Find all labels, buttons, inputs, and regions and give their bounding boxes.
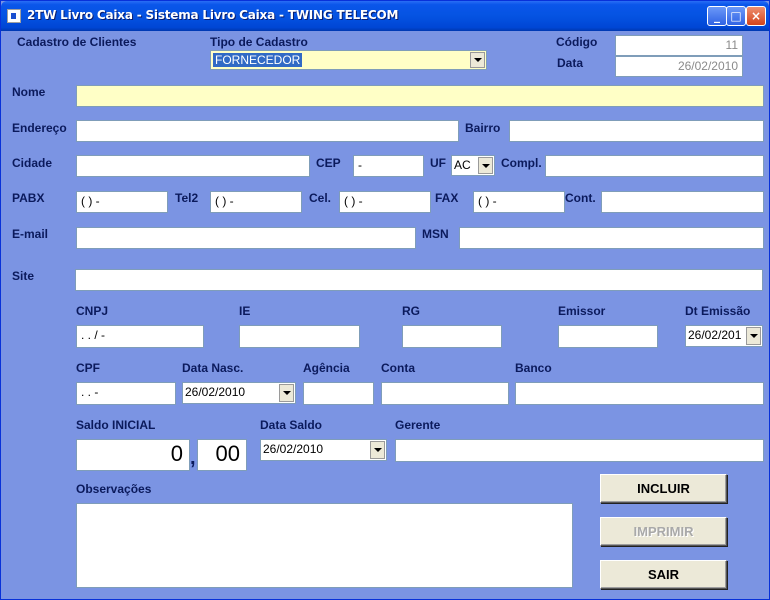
saldo-decimal-separator: , bbox=[190, 447, 196, 469]
email-input[interactable] bbox=[76, 227, 416, 249]
data-saldo-value: 26/02/2010 bbox=[263, 442, 324, 456]
banco-input[interactable] bbox=[515, 382, 764, 405]
tipo-cadastro-select[interactable]: FORNECEDOR bbox=[210, 50, 487, 70]
minimize-button[interactable]: _ bbox=[707, 6, 727, 26]
rg-label: RG bbox=[402, 304, 420, 318]
cidade-input[interactable] bbox=[76, 155, 310, 177]
rg-input[interactable] bbox=[402, 325, 502, 348]
compl-input[interactable] bbox=[545, 155, 764, 177]
data-nasc-value: 26/02/2010 bbox=[185, 385, 246, 399]
imprimir-button[interactable]: IMPRIMIR bbox=[600, 517, 727, 546]
sair-button[interactable]: SAIR bbox=[600, 560, 727, 589]
conta-input[interactable] bbox=[381, 382, 509, 405]
saldo-inicial-label: Saldo INICIAL bbox=[76, 418, 156, 432]
data-nasc-label: Data Nasc. bbox=[182, 361, 244, 375]
main-window: 2TW Livro Caixa - Sistema Livro Caixa - … bbox=[0, 0, 770, 600]
gerente-input[interactable] bbox=[395, 439, 764, 462]
data-saldo-label: Data Saldo bbox=[260, 418, 323, 432]
minimize-icon: _ bbox=[714, 9, 720, 23]
uf-value: AC bbox=[454, 158, 471, 172]
site-label: Site bbox=[12, 269, 35, 283]
endereco-label: Endereço bbox=[12, 121, 67, 135]
incluir-button[interactable]: INCLUIR bbox=[600, 474, 727, 503]
data-field[interactable]: 26/02/2010 bbox=[615, 56, 743, 77]
uf-dropdown-icon[interactable] bbox=[478, 157, 493, 174]
observacoes-textarea[interactable] bbox=[76, 503, 573, 588]
gerente-label: Gerente bbox=[395, 418, 441, 432]
ie-label: IE bbox=[239, 304, 251, 318]
emissor-label: Emissor bbox=[558, 304, 606, 318]
fax-input[interactable]: ( ) - bbox=[473, 191, 565, 213]
pabx-label: PABX bbox=[12, 191, 45, 205]
cel-input[interactable]: ( ) - bbox=[339, 191, 431, 213]
tipo-cadastro-value: FORNECEDOR bbox=[213, 53, 303, 67]
dt-emissao-dropdown-icon[interactable] bbox=[746, 327, 761, 345]
ie-input[interactable] bbox=[239, 325, 360, 348]
close-icon: × bbox=[750, 9, 762, 23]
data-saldo-dropdown-icon[interactable] bbox=[370, 441, 385, 459]
agencia-label: Agência bbox=[303, 361, 350, 375]
cont-input[interactable] bbox=[601, 191, 764, 213]
uf-select[interactable]: AC bbox=[451, 155, 495, 176]
maximize-icon: □ bbox=[730, 9, 742, 23]
saldo-decimal-input[interactable]: 00 bbox=[197, 439, 247, 471]
uf-label: UF bbox=[430, 156, 446, 170]
conta-label: Conta bbox=[381, 361, 415, 375]
cnpj-label: CNPJ bbox=[76, 304, 109, 318]
data-nasc-dropdown-icon[interactable] bbox=[279, 384, 294, 402]
maximize-button[interactable]: □ bbox=[726, 6, 746, 26]
tipo-cadastro-label: Tipo de Cadastro bbox=[210, 35, 308, 49]
close-button[interactable]: × bbox=[746, 6, 766, 26]
emissor-input[interactable] bbox=[558, 325, 658, 348]
compl-label: Compl. bbox=[501, 156, 542, 170]
observacoes-label: Observações bbox=[76, 482, 152, 496]
codigo-field[interactable]: 11 bbox=[615, 35, 743, 56]
cel-label: Cel. bbox=[309, 191, 332, 205]
tel2-input[interactable]: ( ) - bbox=[210, 191, 302, 213]
pabx-input[interactable]: ( ) - bbox=[76, 191, 168, 213]
data-label: Data bbox=[557, 56, 584, 70]
tipo-cadastro-dropdown-icon[interactable] bbox=[470, 52, 485, 68]
site-input[interactable] bbox=[75, 269, 763, 291]
nome-label: Nome bbox=[12, 85, 46, 99]
dt-emissao-value: 26/02/201 bbox=[688, 328, 742, 342]
agencia-input[interactable] bbox=[303, 382, 374, 405]
app-icon[interactable] bbox=[7, 9, 21, 23]
nome-input[interactable] bbox=[76, 85, 764, 107]
data-nasc-picker[interactable]: 26/02/2010 bbox=[182, 382, 296, 404]
email-label: E-mail bbox=[12, 227, 49, 241]
cont-label: Cont. bbox=[565, 191, 596, 205]
dt-emissao-picker[interactable]: 26/02/201 bbox=[685, 325, 763, 347]
cpf-input[interactable]: . . - bbox=[76, 382, 176, 405]
endereco-input[interactable] bbox=[76, 120, 459, 142]
cpf-label: CPF bbox=[76, 361, 100, 375]
data-saldo-picker[interactable]: 26/02/2010 bbox=[260, 439, 387, 461]
cidade-label: Cidade bbox=[12, 156, 53, 170]
title-bar[interactable]: 2TW Livro Caixa - Sistema Livro Caixa - … bbox=[1, 1, 769, 31]
msn-input[interactable] bbox=[459, 227, 764, 249]
tel2-label: Tel2 bbox=[175, 191, 199, 205]
codigo-label: Código bbox=[556, 35, 598, 49]
cnpj-input[interactable]: . . / - bbox=[76, 325, 204, 348]
bairro-label: Bairro bbox=[465, 121, 501, 135]
cep-label: CEP bbox=[316, 156, 341, 170]
cadastro-title: Cadastro de Clientes bbox=[17, 35, 137, 49]
window-title: 2TW Livro Caixa - Sistema Livro Caixa - … bbox=[27, 8, 399, 22]
cep-input[interactable]: - bbox=[353, 155, 424, 177]
fax-label: FAX bbox=[435, 191, 459, 205]
saldo-inteiro-input[interactable]: 0 bbox=[76, 439, 190, 471]
banco-label: Banco bbox=[515, 361, 552, 375]
bairro-input[interactable] bbox=[509, 120, 764, 142]
dt-emissao-label: Dt Emissão bbox=[685, 304, 751, 318]
msn-label: MSN bbox=[422, 227, 449, 241]
